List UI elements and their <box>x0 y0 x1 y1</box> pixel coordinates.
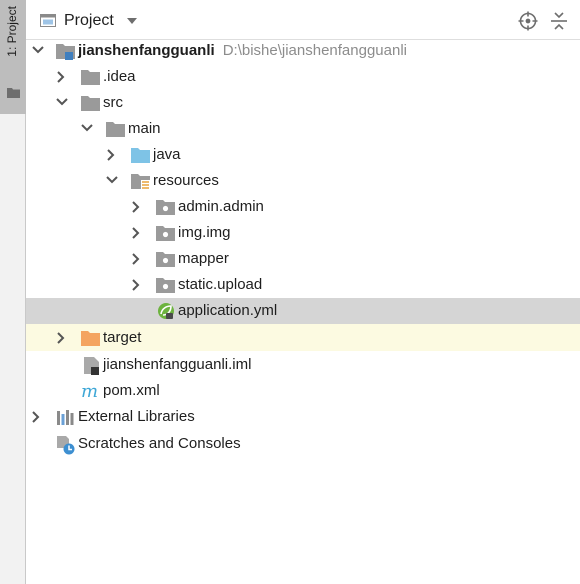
chevron-down-icon[interactable] <box>127 18 137 24</box>
tree-row-idea[interactable]: .idea <box>26 64 580 90</box>
locate-target-icon[interactable] <box>518 11 538 31</box>
tree-src-label: src <box>103 94 123 111</box>
tree-row-src[interactable]: src <box>26 90 580 116</box>
folder-icon <box>106 122 125 137</box>
scratches-icon <box>57 436 75 455</box>
tree-row-java[interactable]: java <box>26 142 580 168</box>
tree-main-label: main <box>128 120 161 137</box>
tree-row-main[interactable]: main <box>26 116 580 142</box>
package-folder-icon <box>156 226 175 241</box>
tree-img-label: img.img <box>178 224 231 241</box>
tree-scratches-label: Scratches and Consoles <box>78 435 241 452</box>
chevron-right-icon[interactable] <box>132 253 140 265</box>
module-folder-icon <box>56 44 75 60</box>
excluded-folder-icon <box>81 331 100 346</box>
tree-row-static[interactable]: static.upload <box>26 272 580 298</box>
tree-row-pom[interactable]: m pom.xml <box>26 378 580 404</box>
chevron-down-icon[interactable] <box>106 176 118 184</box>
tree-row-application-yml[interactable]: application.yml <box>26 298 580 324</box>
chevron-right-icon[interactable] <box>107 149 115 161</box>
spring-config-icon <box>158 303 174 319</box>
tree-admin-label: admin.admin <box>178 198 264 215</box>
folder-icon <box>7 88 20 98</box>
tree-row-root[interactable]: jianshenfangguanli D:\bishe\jianshenfangg… <box>26 38 580 64</box>
package-folder-icon <box>156 200 175 215</box>
chevron-right-icon[interactable] <box>57 71 65 83</box>
chevron-right-icon[interactable] <box>132 279 140 291</box>
view-selector-title[interactable]: Project <box>64 12 114 30</box>
tree-row-resources[interactable]: resources <box>26 168 580 194</box>
resources-folder-icon <box>131 174 150 190</box>
project-tool-tab[interactable]: 1: Project <box>0 0 26 114</box>
tree-root-path: D:\bishe\jianshenfangguanli <box>222 42 407 59</box>
tree-root-label: jianshenfangguanli D:\bishe\jianshenfangg… <box>78 42 407 59</box>
chevron-down-icon[interactable] <box>56 98 68 106</box>
tree-row-external-libraries[interactable]: External Libraries <box>26 404 580 430</box>
tree-application-label: application.yml <box>178 302 278 319</box>
tree-target-label: target <box>103 329 142 346</box>
maven-icon: m <box>81 383 98 399</box>
tree-row-admin[interactable]: admin.admin <box>26 194 580 220</box>
tree-static-label: static.upload <box>178 276 263 293</box>
chevron-down-icon[interactable] <box>81 124 93 132</box>
chevron-down-icon[interactable] <box>32 46 44 54</box>
project-header: Project <box>26 0 580 40</box>
tree-libraries-label: External Libraries <box>78 408 195 425</box>
tree-iml-label: jianshenfangguanli.iml <box>103 356 252 373</box>
chevron-right-icon[interactable] <box>57 332 65 344</box>
chevron-right-icon[interactable] <box>32 411 40 423</box>
folder-icon <box>81 96 100 111</box>
tree-idea-label: .idea <box>103 68 136 85</box>
package-folder-icon <box>156 278 175 293</box>
project-tool-tab-label: 1: Project <box>5 6 19 57</box>
chevron-right-icon[interactable] <box>132 227 140 239</box>
folder-icon <box>81 70 100 85</box>
tree-java-label: java <box>153 146 181 163</box>
tree-row-img[interactable]: img.img <box>26 220 580 246</box>
tree-row-scratches[interactable]: Scratches and Consoles <box>26 431 580 457</box>
tree-row-target[interactable]: target <box>26 324 580 351</box>
module-file-icon <box>84 357 99 375</box>
package-folder-icon <box>156 252 175 267</box>
tree-mapper-label: mapper <box>178 250 229 267</box>
tree-resources-label: resources <box>153 172 219 189</box>
libraries-icon <box>57 410 74 425</box>
svg-text:m: m <box>81 383 98 399</box>
source-folder-icon <box>131 148 150 163</box>
tree-row-mapper[interactable]: mapper <box>26 246 580 272</box>
tool-window-stripe: 1: Project <box>0 0 26 584</box>
tree-row-iml[interactable]: jianshenfangguanli.iml <box>26 352 580 378</box>
tree-pom-label: pom.xml <box>103 382 160 399</box>
chevron-right-icon[interactable] <box>132 201 140 213</box>
collapse-all-icon[interactable] <box>550 11 568 31</box>
project-window-icon <box>40 14 56 27</box>
